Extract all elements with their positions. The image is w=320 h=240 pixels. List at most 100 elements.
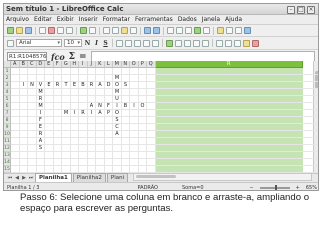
last-sheet-icon[interactable]: ⏭ [28,174,34,182]
menu-exibir[interactable]: Exibir [57,16,74,23]
zoom-slider[interactable] [259,184,290,190]
column-header[interactable]: F [53,61,62,68]
grid-cell[interactable]: M [62,110,70,117]
grid-cell[interactable]: A [96,82,104,89]
grid-cell[interactable]: O [113,82,121,89]
grid-cell[interactable]: S [113,117,121,124]
justify-icon[interactable] [143,39,150,47]
grid-cell[interactable]: R [88,82,96,89]
column-header[interactable]: A [11,61,20,68]
grid-cell[interactable]: B [79,82,87,89]
grid-cell[interactable]: O [113,110,121,117]
navigator-icon[interactable] [226,27,233,34]
row-header[interactable]: 14 [4,159,11,166]
paste-icon[interactable] [121,27,128,34]
number-format-icon[interactable] [184,39,191,47]
tab-planilha1[interactable]: Planilha1 [35,173,72,182]
menu-inserir[interactable]: Inserir [79,16,98,23]
vertical-scrollbar[interactable] [313,61,318,173]
gallery-icon[interactable] [235,27,242,34]
tab-planilha3[interactable]: Plani [106,173,129,182]
column-header[interactable]: D [36,61,45,68]
redo-icon[interactable] [153,27,160,34]
row-header[interactable]: 15 [4,166,11,173]
grid-cell[interactable]: S [37,145,45,152]
horizontal-scroll-thumb[interactable] [136,175,177,178]
next-sheet-icon[interactable]: ▶ [21,174,27,182]
formula-equals-button[interactable]: = [79,52,87,62]
grid-cell[interactable]: F [105,103,113,110]
pivot-table-icon[interactable] [203,27,210,34]
grid-cell[interactable]: V [37,82,45,89]
grid-cell[interactable]: I [37,110,45,117]
column-header[interactable]: I [79,61,88,68]
grid-cell[interactable]: A [88,103,96,110]
new-document-icon[interactable] [7,27,14,34]
column-header[interactable]: J [87,61,96,68]
menu-ferramentas[interactable]: Ferramentas [135,16,173,23]
italic-button[interactable]: I [93,40,100,47]
grid-cell[interactable]: I [130,103,138,110]
column-header[interactable]: L [104,61,113,68]
column-header[interactable]: B [19,61,28,68]
column-header[interactable]: O [130,61,139,68]
row-header[interactable]: 7 [4,110,11,117]
grid-cell[interactable]: I [71,110,79,117]
grid-cell[interactable]: T [62,82,70,89]
row-header[interactable]: 6 [4,103,11,110]
copy-icon[interactable] [112,27,119,34]
background-color-icon[interactable] [243,39,250,47]
grid-cell[interactable]: R [37,131,45,138]
open-folder-icon[interactable] [16,27,23,34]
zoom-in-icon[interactable]: + [296,185,300,191]
grid-cell[interactable]: M [113,75,121,82]
grid-cell[interactable]: B [122,103,130,110]
edit-file-icon[interactable] [39,27,46,34]
menu-editar[interactable]: Editar [34,16,52,23]
grid-cell[interactable]: U [113,96,121,103]
hyperlink-icon[interactable] [167,27,174,34]
grid-cell[interactable]: C [113,124,121,131]
menu-arquivo[interactable]: Arquivo [6,16,29,23]
row-header[interactable]: 8 [4,117,11,124]
font-color-icon[interactable] [252,39,259,47]
merge-cells-icon[interactable] [152,39,159,47]
styles-icon[interactable] [7,39,14,47]
row-header[interactable]: 13 [4,152,11,159]
tab-planilha2[interactable]: Planilha2 [72,173,106,182]
function-wizard-button[interactable]: fco [51,52,65,62]
prev-sheet-icon[interactable]: ◀ [14,174,20,182]
column-header[interactable]: K [96,61,105,68]
spellcheck-icon[interactable] [80,27,87,34]
sort-descending-icon[interactable] [185,27,192,34]
grid-cell[interactable]: D [105,82,113,89]
row-header[interactable]: 11 [4,138,11,145]
grid-cell[interactable]: M [37,89,45,96]
currency-format-icon[interactable] [166,39,173,47]
row-header[interactable]: 5 [4,96,11,103]
find-replace-icon[interactable] [217,27,224,34]
grid-cell[interactable]: S [122,82,130,89]
sort-ascending-icon[interactable] [176,27,183,34]
row-header[interactable]: 3 [4,82,11,89]
row-header[interactable]: 12 [4,145,11,152]
print-icon[interactable] [57,27,64,34]
column-header[interactable]: M [113,61,122,68]
row-header[interactable]: 2 [4,75,11,82]
autospell-icon[interactable] [89,27,96,34]
grid-cell[interactable]: R [54,82,62,89]
grid-cell[interactable]: O [139,103,147,110]
print-preview-icon[interactable] [66,27,73,34]
font-name-select[interactable]: Arial [16,39,62,47]
align-right-icon[interactable] [134,39,141,47]
borders-icon[interactable] [234,39,241,47]
font-size-select[interactable]: 10 [64,39,82,47]
cut-icon[interactable] [103,27,110,34]
percent-format-icon[interactable] [175,39,182,47]
export-pdf-icon[interactable] [48,27,55,34]
selected-column-header[interactable]: R [155,61,303,68]
close-button[interactable]: × [307,6,315,14]
save-icon[interactable] [25,27,32,34]
grid-cell[interactable]: E [37,124,45,131]
menu-formatar[interactable]: Formatar [103,16,130,23]
